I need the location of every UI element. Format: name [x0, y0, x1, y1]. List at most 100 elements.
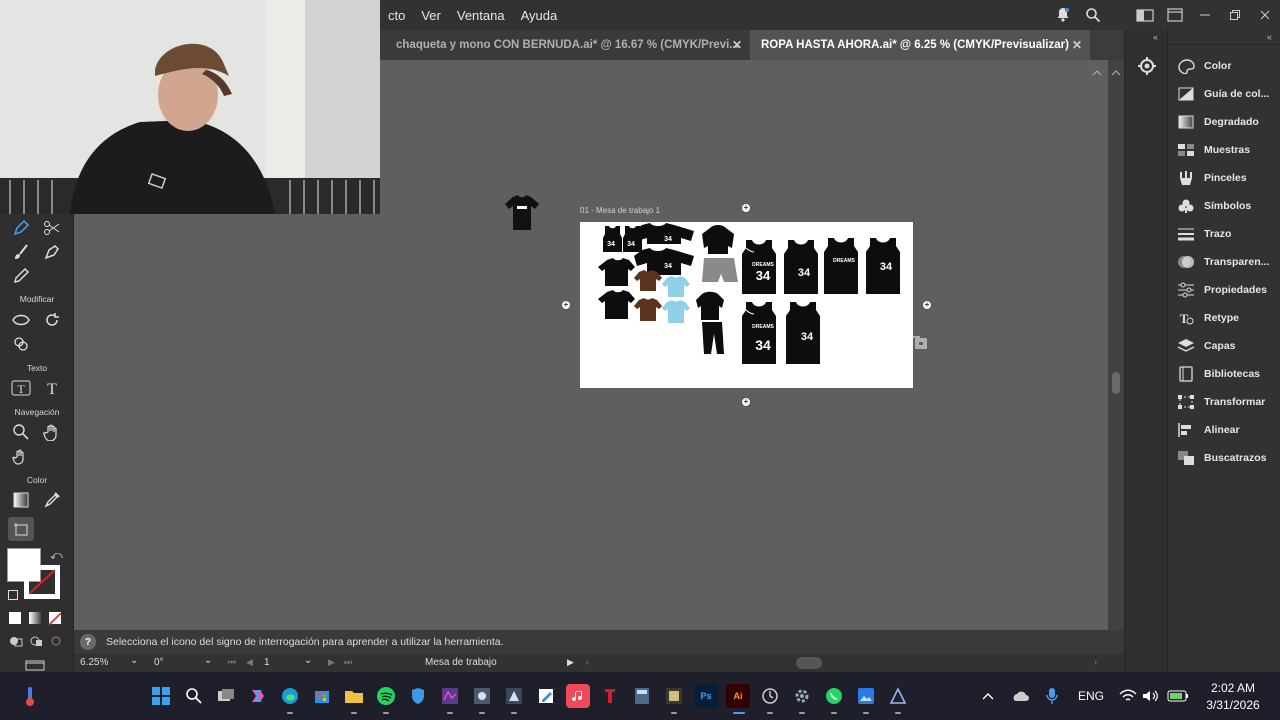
- panel-symbols[interactable]: Símbolos: [1174, 193, 1280, 219]
- rotation-value[interactable]: 0°: [154, 657, 164, 668]
- panel-align[interactable]: Alinear: [1174, 417, 1280, 443]
- spotify-icon[interactable]: [374, 684, 398, 708]
- last-artboard-icon[interactable]: ⏭: [344, 657, 352, 668]
- artboard-handle-top[interactable]: +: [741, 203, 751, 213]
- minimize-icon[interactable]: [1190, 0, 1220, 30]
- shape-builder-icon[interactable]: [9, 332, 33, 356]
- arrange-documents-icon[interactable]: [1160, 0, 1190, 30]
- tab-chaqueta[interactable]: chaqueta y mono CON BERNUDA.ai* @ 16.67 …: [380, 30, 750, 60]
- rotate-icon[interactable]: [40, 308, 64, 332]
- draw-normal-icon[interactable]: [9, 634, 23, 647]
- search-icon[interactable]: [1078, 0, 1108, 30]
- close-tab-icon[interactable]: ✕: [732, 38, 742, 52]
- notepad-icon[interactable]: [534, 684, 558, 708]
- none-mode-icon[interactable]: [48, 612, 62, 626]
- hand-icon[interactable]: [40, 420, 64, 444]
- artboard-handle-bottom[interactable]: +: [741, 397, 751, 407]
- rotate-view-icon[interactable]: [9, 444, 33, 468]
- panel-pathfinder[interactable]: Buscatrazos: [1174, 445, 1280, 471]
- menu-ventana[interactable]: Ventana: [449, 8, 513, 23]
- collapse-dock-icon[interactable]: «: [1153, 32, 1158, 42]
- microphone-icon[interactable]: [1040, 684, 1064, 708]
- panel-swatches[interactable]: Muestras: [1174, 137, 1280, 163]
- edge-icon[interactable]: [278, 684, 302, 708]
- calculator-icon[interactable]: [630, 684, 654, 708]
- color-mode-icon[interactable]: [9, 612, 21, 624]
- panel-retype[interactable]: T Retype: [1174, 305, 1280, 331]
- previous-artboard-icon[interactable]: ◀: [246, 657, 253, 668]
- search-icon[interactable]: [182, 684, 206, 708]
- copilot-icon[interactable]: [246, 684, 270, 708]
- stroke-swatch[interactable]: [24, 565, 60, 599]
- app-blue-icon[interactable]: [886, 684, 910, 708]
- panel-layers[interactable]: Capas: [1174, 333, 1280, 359]
- panel-stroke[interactable]: Trazo: [1174, 221, 1280, 247]
- collapse-panels-icon[interactable]: «: [1267, 32, 1272, 42]
- panel-color[interactable]: Color: [1174, 53, 1280, 79]
- touch-type-icon[interactable]: T: [9, 376, 33, 400]
- chevron-up-icon[interactable]: [976, 684, 1000, 708]
- properties-dock-icon[interactable]: [1135, 54, 1159, 78]
- app-icon-2[interactable]: [502, 684, 526, 708]
- close-window-icon[interactable]: [1250, 0, 1280, 30]
- gradient-mode-icon[interactable]: [29, 612, 41, 624]
- artboard-handle-right[interactable]: +: [922, 300, 932, 310]
- panel-gradient[interactable]: Degradado: [1174, 109, 1280, 135]
- clock-app-icon[interactable]: [758, 684, 782, 708]
- scrollbar-thumb[interactable]: [1112, 372, 1120, 394]
- panel-brushes[interactable]: Pinceles: [1174, 165, 1280, 191]
- gradient-tool-icon[interactable]: [9, 488, 33, 512]
- type-tool-icon[interactable]: T: [40, 376, 64, 400]
- bell-icon[interactable]: [1048, 0, 1078, 30]
- panel-color-guide[interactable]: Guía de col...: [1174, 81, 1280, 107]
- menu-proyecto[interactable]: cto: [380, 8, 413, 23]
- artboard-dropdown-icon[interactable]: ⌄: [304, 655, 312, 666]
- zoom-dropdown-icon[interactable]: ⌄: [130, 655, 138, 666]
- security-icon[interactable]: [406, 684, 430, 708]
- photos-icon[interactable]: [854, 684, 878, 708]
- vertical-scrollbar[interactable]: [1108, 60, 1124, 654]
- scroll-up-icon[interactable]: [1111, 64, 1121, 82]
- panel-transparency[interactable]: Transparen...: [1174, 249, 1280, 275]
- music-icon[interactable]: [566, 684, 590, 708]
- restore-icon[interactable]: [1220, 0, 1250, 30]
- app-icon[interactable]: [470, 684, 494, 708]
- artboard[interactable]: 34 34 34 34 DREAMS 34 34 DREAMS 34 DREAM…: [580, 222, 913, 388]
- eyedropper-icon[interactable]: [40, 488, 64, 512]
- system-clock[interactable]: 2:02 AM 3/31/2026: [1198, 680, 1268, 714]
- horizontal-scrollbar-thumb[interactable]: [796, 657, 822, 669]
- menu-ayuda[interactable]: Ayuda: [513, 8, 566, 23]
- tab-ropa-hasta-ahora[interactable]: ROPA HASTA AHORA.ai* @ 6.25 % (CMYK/Prev…: [750, 30, 1090, 60]
- loose-tshirt-graphic[interactable]: [504, 194, 540, 232]
- status-menu-icon[interactable]: ▶: [567, 657, 574, 668]
- onedrive-icon[interactable]: [1008, 684, 1032, 708]
- file-explorer-icon[interactable]: [342, 684, 366, 708]
- zoom-icon[interactable]: [9, 420, 33, 444]
- blob-brush-icon[interactable]: [40, 240, 64, 264]
- panel-libraries[interactable]: Bibliotecas: [1174, 361, 1280, 387]
- thermometer-icon[interactable]: [18, 684, 42, 708]
- pen-icon[interactable]: [9, 216, 33, 240]
- scroll-right-icon[interactable]: ›: [1094, 657, 1097, 667]
- wifi-icon[interactable]: [1116, 684, 1140, 708]
- width-tool-icon[interactable]: [9, 308, 33, 332]
- scroll-up-icon[interactable]: [1092, 64, 1102, 76]
- store-icon[interactable]: [310, 684, 334, 708]
- panel-properties[interactable]: Propiedades: [1174, 277, 1280, 303]
- game-icon[interactable]: [438, 684, 462, 708]
- pencil-icon[interactable]: [9, 264, 33, 288]
- help-icon[interactable]: ?: [80, 634, 96, 650]
- scroll-left-icon[interactable]: ‹: [586, 657, 589, 667]
- default-colors-icon[interactable]: [8, 590, 18, 600]
- app-dark-icon[interactable]: [662, 684, 686, 708]
- language-indicator[interactable]: ENG: [1078, 689, 1104, 703]
- start-icon[interactable]: [149, 684, 173, 708]
- draw-behind-icon[interactable]: [29, 634, 43, 646]
- scissors-icon[interactable]: [40, 216, 64, 240]
- panel-transform[interactable]: Transformar: [1174, 389, 1280, 415]
- app-red-icon[interactable]: [598, 684, 622, 708]
- close-tab-icon[interactable]: ✕: [1072, 38, 1082, 52]
- artboard-handle-left[interactable]: +: [561, 300, 571, 310]
- first-artboard-icon[interactable]: ⏮: [228, 657, 236, 668]
- screen-mode-icon[interactable]: [24, 658, 46, 671]
